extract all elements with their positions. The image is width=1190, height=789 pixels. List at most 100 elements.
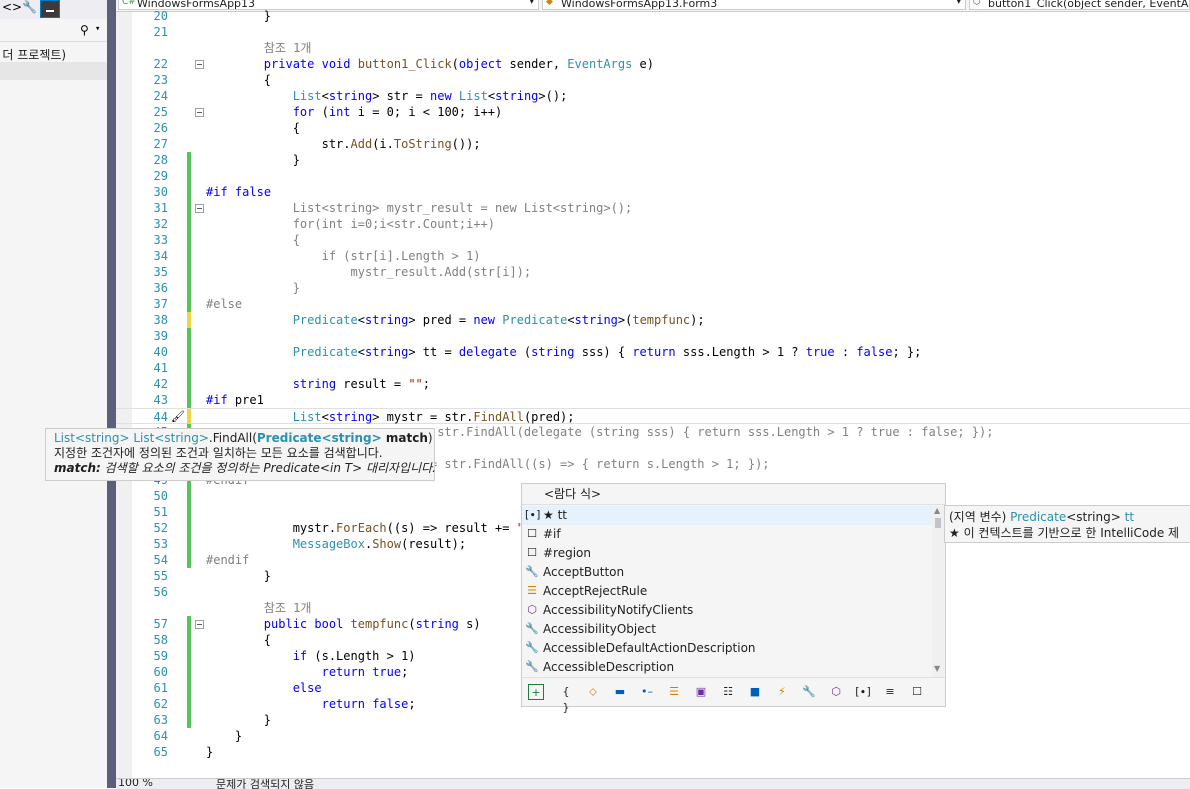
wrench-icon[interactable]: 🔧 xyxy=(22,0,37,14)
scroll-thumb[interactable] xyxy=(935,518,941,528)
code-line[interactable]: 37 #else xyxy=(116,296,1190,312)
collapse-icon[interactable] xyxy=(195,620,204,629)
code-line[interactable]: 21 xyxy=(116,24,1190,40)
change-indicator xyxy=(187,648,191,664)
collapse-all-icon[interactable] xyxy=(40,0,60,18)
code-line[interactable]: 30 #if false xyxy=(116,184,1190,200)
namespace-filter-icon[interactable]: ▣ xyxy=(693,684,709,700)
snippet-filter-icon[interactable]: ☐ xyxy=(909,684,925,700)
code-text: mystr.ForEach((s) => result += " xyxy=(206,521,524,535)
property-icon: 🔧 xyxy=(525,565,539,578)
code-line[interactable]: 20 } xyxy=(116,8,1190,24)
code-text: private void button1_Click(object sender… xyxy=(263,57,655,71)
csharp-project-icon: C# xyxy=(122,0,136,7)
class-filter-icon[interactable]: ⬦ xyxy=(585,684,601,700)
code-line[interactable]: 34 if (str[i].Length > 1) xyxy=(116,248,1190,264)
solution-tree-item[interactable]: 더 프로젝트) xyxy=(0,44,107,62)
change-indicator xyxy=(187,232,191,248)
code-line[interactable]: 38 Predicate<string> pred = new Predicat… xyxy=(116,312,1190,328)
collapse-icon[interactable] xyxy=(195,108,204,117)
completion-item[interactable]: ☐ #if xyxy=(522,525,932,544)
code-line[interactable]: 43 #if pre1 xyxy=(116,392,1190,408)
enum-filter-icon[interactable]: ☰ xyxy=(666,684,682,700)
scroll-down-icon[interactable]: ▼ xyxy=(934,664,940,673)
local-filter-icon[interactable]: [∙] xyxy=(855,684,871,700)
search-dropdown-icon[interactable]: ▾ xyxy=(95,24,100,34)
solution-search-box[interactable]: ⚲ ▾ xyxy=(0,21,107,42)
module-filter-icon[interactable]: ☷ xyxy=(720,684,736,700)
desc-generic: <string> xyxy=(1066,510,1121,524)
code-line-current[interactable]: 44 🖌 List<string> mystr = str.FindAll(pre… xyxy=(116,408,1190,425)
search-icon: ⚲ xyxy=(80,23,89,37)
code-line[interactable]: 32 for(int i=0;i<str.Count;i++) xyxy=(116,216,1190,232)
change-indicator xyxy=(187,409,191,425)
issues-status[interactable]: 문제가 검색되지 않음 xyxy=(216,779,314,789)
delegate-filter-icon[interactable]: •– xyxy=(639,684,655,700)
collapse-icon[interactable] xyxy=(195,60,204,69)
code-line[interactable]: 22 private void button1_Click(object sen… xyxy=(116,56,1190,72)
line-number: 62 xyxy=(153,697,168,711)
completion-scrollbar[interactable]: ▲ ▼ xyxy=(932,506,944,677)
line-number: 42 xyxy=(153,377,168,391)
code-text: } xyxy=(292,281,300,295)
solution-tree-row-selected[interactable] xyxy=(0,62,107,80)
code-text: #if false xyxy=(206,185,272,199)
completion-item[interactable]: ☐ #region xyxy=(522,544,932,563)
code-line[interactable]: 31 List<string> mystr_result = new List<… xyxy=(116,200,1190,216)
code-line[interactable]: 39 xyxy=(116,328,1190,344)
intellisense-completion-list[interactable]: <람다 식> [∙] ★ tt ☐ #if ☐ #region 🔧 AcceptButton ☰… xyxy=(521,483,946,714)
desc-line-1: (지역 변수) Predicate<string> tt xyxy=(949,509,1186,525)
code-line[interactable]: 24 List<string> str = new List<string>()… xyxy=(116,88,1190,104)
code-line[interactable]: 26 { xyxy=(116,120,1190,136)
interface-filter-icon[interactable]: ■ xyxy=(747,684,763,700)
completion-item[interactable]: [∙] ★ tt xyxy=(522,506,932,525)
completion-item[interactable]: 🔧 AccessibilityObject xyxy=(522,620,932,639)
code-line[interactable]: 33 { xyxy=(116,232,1190,248)
completion-item[interactable]: ☰ AcceptRejectRule xyxy=(522,582,932,601)
panel-splitter[interactable] xyxy=(107,0,116,788)
completion-item-label: AcceptButton xyxy=(543,565,625,579)
method-icon: ⬡ xyxy=(973,0,981,7)
completion-item[interactable]: ⬡ AccessibilityNotifyClients xyxy=(522,601,932,620)
zoom-level[interactable]: 100 % xyxy=(118,779,153,789)
code-text: str.Add(i.ToString()); xyxy=(206,137,481,151)
code-line[interactable]: 41 xyxy=(116,360,1190,376)
change-indicator xyxy=(187,152,191,168)
expand-icon[interactable]: + xyxy=(528,684,544,700)
completion-item[interactable]: 🔧 AccessibleDescription xyxy=(522,658,932,677)
line-number: 34 xyxy=(153,249,168,263)
collapse-icon[interactable] xyxy=(195,204,204,213)
code-line[interactable]: 64 } xyxy=(116,728,1190,744)
completion-item[interactable]: 🔧 AccessibleDefaultActionDescription xyxy=(522,639,932,658)
code-text: { xyxy=(292,233,300,247)
code-line[interactable]: 35 mystr_result.Add(str[i]); xyxy=(116,264,1190,280)
event-filter-icon[interactable]: ⚡ xyxy=(774,684,790,700)
code-line[interactable]: 42 string result = ""; xyxy=(116,376,1190,392)
code-line[interactable]: 40 Predicate<string> tt = delegate (stri… xyxy=(116,344,1190,360)
code-line[interactable]: 65} xyxy=(116,744,1190,760)
code-line[interactable]: 27 str.Add(i.ToString()); xyxy=(116,136,1190,152)
completion-items[interactable]: [∙] ★ tt ☐ #if ☐ #region 🔧 AcceptButton ☰ AcceptR… xyxy=(522,506,932,677)
completion-item[interactable]: 🔧 AcceptButton xyxy=(522,563,932,582)
struct-filter-icon[interactable]: ▬ xyxy=(612,684,628,700)
constant-filter-icon[interactable]: ≡ xyxy=(882,684,898,700)
change-indicator xyxy=(187,376,191,392)
method-filter-icon[interactable]: ⬡ xyxy=(828,684,844,700)
code-line[interactable]: 25 for (int i = 0; i < 100; i++) xyxy=(116,104,1190,120)
code-line[interactable]: 63 } xyxy=(116,712,1190,728)
line-number: 64 xyxy=(153,729,168,743)
code-line[interactable]: 참조 1개 xyxy=(116,40,1190,56)
code-text: } xyxy=(206,569,272,583)
code-line[interactable]: 36 } xyxy=(116,280,1190,296)
code-line[interactable]: 29 xyxy=(116,168,1190,184)
property-filter-icon[interactable]: 🔧 xyxy=(801,684,817,700)
code-line[interactable]: 23 { xyxy=(116,72,1190,88)
line-number: 54 xyxy=(153,553,168,567)
quick-actions-brush-icon[interactable]: 🖌 xyxy=(171,409,185,425)
code-line[interactable]: 28 } xyxy=(116,152,1190,168)
line-number: 55 xyxy=(153,569,168,583)
switch-views-icon[interactable]: <> xyxy=(2,0,22,14)
scroll-up-icon[interactable]: ▲ xyxy=(934,506,940,515)
keyword-filter-icon[interactable]: { } xyxy=(558,684,574,714)
code-text: List<string> str = new List<string>(); xyxy=(292,89,568,103)
